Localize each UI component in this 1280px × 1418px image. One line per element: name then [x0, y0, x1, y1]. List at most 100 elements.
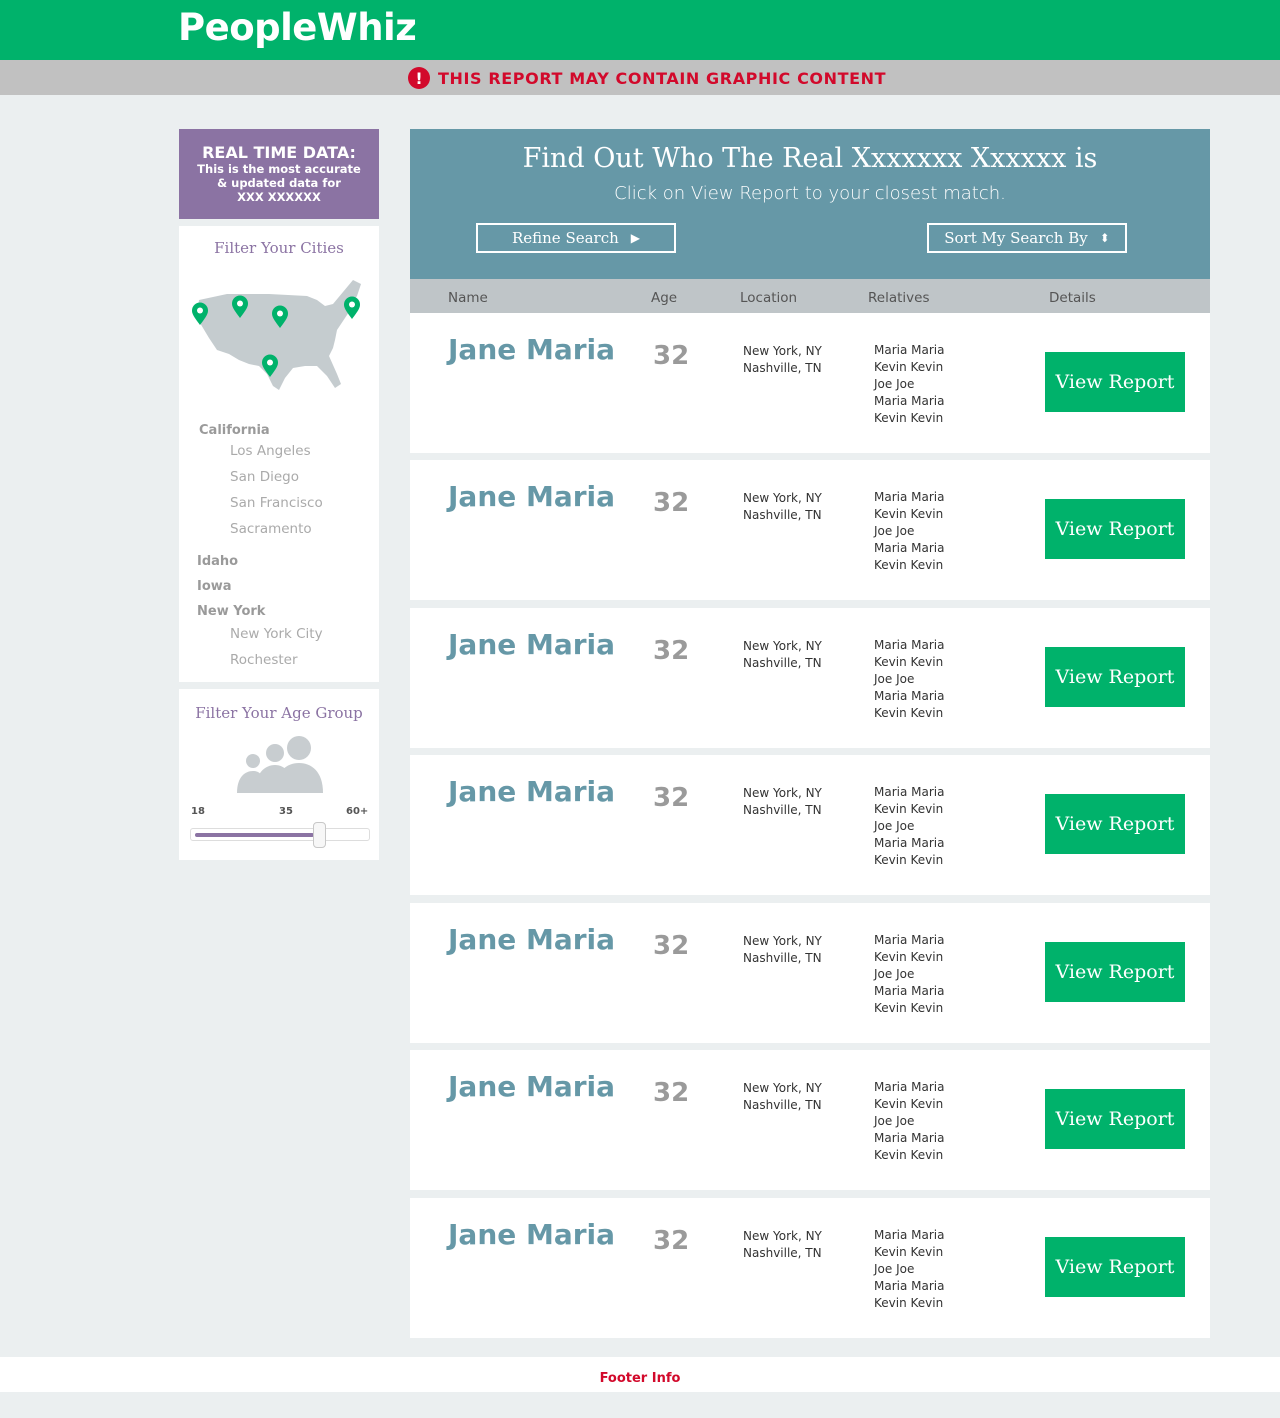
result-row: Jane Maria 32 New York, NY Nashville, TN…	[410, 1198, 1210, 1338]
view-report-button[interactable]: View Report	[1045, 352, 1185, 412]
view-report-button[interactable]: View Report	[1045, 1089, 1185, 1149]
result-locations: New York, NY Nashville, TN	[743, 933, 822, 967]
age-slider-handle[interactable]	[313, 822, 326, 848]
state-new-york[interactable]: New York	[197, 604, 265, 619]
state-iowa[interactable]: Iowa	[197, 579, 232, 594]
relative-name: Kevin Kevin	[874, 706, 944, 720]
filter-cities-title: Filter Your Cities	[214, 239, 344, 257]
result-location: New York, NY	[743, 934, 822, 948]
refine-search-label: Refine Search	[511, 229, 619, 247]
relative-name: Maria Maria	[874, 836, 945, 850]
result-location: New York, NY	[743, 344, 822, 358]
filter-age-panel: Filter Your Age Group 18 35 60+	[179, 689, 379, 860]
result-name[interactable]: Jane Maria	[448, 333, 615, 366]
map-pin-icon[interactable]	[343, 296, 361, 320]
relative-name: Kevin Kevin	[874, 360, 944, 374]
result-name[interactable]: Jane Maria	[448, 480, 615, 513]
result-name[interactable]: Jane Maria	[448, 923, 615, 956]
relative-name: Maria Maria	[874, 689, 945, 703]
brand-logo[interactable]: PeopleWhiz	[178, 6, 417, 49]
relative-name: Maria Maria	[874, 638, 945, 652]
result-age: 32	[653, 931, 690, 961]
view-report-button[interactable]: View Report	[1045, 1237, 1185, 1297]
result-row: Jane Maria 32 New York, NY Nashville, TN…	[410, 460, 1210, 600]
realtime-line-3: XXX XXXXXX	[237, 190, 321, 204]
result-name[interactable]: Jane Maria	[448, 1218, 615, 1251]
map-pin-icon[interactable]	[271, 305, 289, 329]
filter-age-title: Filter Your Age Group	[195, 704, 363, 722]
result-relatives: Maria Maria Kevin Kevin Joe Joe Maria Ma…	[874, 1079, 944, 1164]
state-california[interactable]: California	[199, 423, 270, 438]
relative-name: Maria Maria	[874, 933, 945, 947]
age-max-label: 60+	[346, 806, 369, 817]
age-min-label: 18	[191, 806, 205, 817]
age-slider-track[interactable]	[190, 828, 370, 841]
result-relatives: Maria Maria Kevin Kevin Joe Joe Maria Ma…	[874, 1227, 944, 1312]
relative-name: Maria Maria	[874, 785, 945, 799]
relative-name: Maria Maria	[874, 394, 945, 408]
city-new-york-city[interactable]: New York City	[230, 626, 323, 642]
result-relatives: Maria Maria Kevin Kevin Joe Joe Maria Ma…	[874, 784, 944, 869]
result-location: Nashville, TN	[743, 656, 822, 670]
city-san-diego[interactable]: San Diego	[230, 469, 299, 485]
city-rochester[interactable]: Rochester	[230, 652, 298, 668]
top-header: PeopleWhiz	[0, 0, 1280, 60]
column-age: Age	[651, 290, 678, 306]
relative-name: Maria Maria	[874, 541, 945, 555]
column-relatives: Relatives	[868, 290, 930, 306]
relative-name: Maria Maria	[874, 1131, 945, 1145]
relative-name: Kevin Kevin	[874, 1296, 944, 1310]
result-location: Nashville, TN	[743, 508, 822, 522]
sort-search-button[interactable]: Sort My Search By ⬍	[927, 223, 1127, 253]
age-mid-label: 35	[279, 806, 293, 817]
relative-name: Maria Maria	[874, 984, 945, 998]
result-location: New York, NY	[743, 786, 822, 800]
relative-name: Maria Maria	[874, 1279, 945, 1293]
result-locations: New York, NY Nashville, TN	[743, 785, 822, 819]
city-sacramento[interactable]: Sacramento	[230, 521, 312, 537]
relative-name: Joe Joe	[874, 1262, 915, 1276]
page-footer: Footer Info	[0, 1357, 1280, 1392]
result-location: Nashville, TN	[743, 803, 822, 817]
result-location: New York, NY	[743, 1081, 822, 1095]
map-pin-icon[interactable]	[261, 354, 279, 378]
result-age: 32	[653, 783, 690, 813]
result-location: Nashville, TN	[743, 951, 822, 965]
footer-info-link[interactable]: Footer Info	[600, 1371, 681, 1386]
result-location: New York, NY	[743, 491, 822, 505]
map-pin-icon[interactable]	[231, 295, 249, 319]
state-idaho[interactable]: Idaho	[197, 554, 238, 569]
view-report-button[interactable]: View Report	[1045, 794, 1185, 854]
view-report-button[interactable]: View Report	[1045, 647, 1185, 707]
usa-map	[189, 278, 375, 394]
age-slider-fill	[195, 833, 314, 837]
relative-name: Joe Joe	[874, 377, 915, 391]
play-arrow-icon: ▶	[630, 231, 641, 245]
result-name[interactable]: Jane Maria	[448, 775, 615, 808]
view-report-button[interactable]: View Report	[1045, 499, 1185, 559]
result-age: 32	[653, 488, 690, 518]
result-row: Jane Maria 32 New York, NY Nashville, TN…	[410, 1050, 1210, 1190]
result-name[interactable]: Jane Maria	[448, 1070, 615, 1103]
relative-name: Joe Joe	[874, 524, 915, 538]
result-row: Jane Maria 32 New York, NY Nashville, TN…	[410, 755, 1210, 895]
relative-name: Kevin Kevin	[874, 1001, 944, 1015]
warning-message: ! THIS REPORT MAY CONTAIN GRAPHIC CONTEN…	[408, 67, 886, 89]
result-row: Jane Maria 32 New York, NY Nashville, TN…	[410, 903, 1210, 1043]
result-relatives: Maria Maria Kevin Kevin Joe Joe Maria Ma…	[874, 342, 944, 427]
result-locations: New York, NY Nashville, TN	[743, 1228, 822, 1262]
city-san-francisco[interactable]: San Francisco	[230, 495, 323, 511]
relative-name: Kevin Kevin	[874, 950, 944, 964]
result-location: Nashville, TN	[743, 1098, 822, 1112]
relative-name: Kevin Kevin	[874, 558, 944, 572]
map-pin-icon[interactable]	[191, 302, 209, 326]
relative-name: Maria Maria	[874, 1080, 945, 1094]
view-report-button[interactable]: View Report	[1045, 942, 1185, 1002]
relative-name: Kevin Kevin	[874, 655, 944, 669]
sort-search-label: Sort My Search By	[944, 229, 1088, 247]
relative-name: Maria Maria	[874, 343, 945, 357]
refine-search-button[interactable]: Refine Search ▶	[476, 223, 676, 253]
city-los-angeles[interactable]: Los Angeles	[230, 443, 311, 459]
result-name[interactable]: Jane Maria	[448, 628, 615, 661]
relative-name: Kevin Kevin	[874, 1148, 944, 1162]
